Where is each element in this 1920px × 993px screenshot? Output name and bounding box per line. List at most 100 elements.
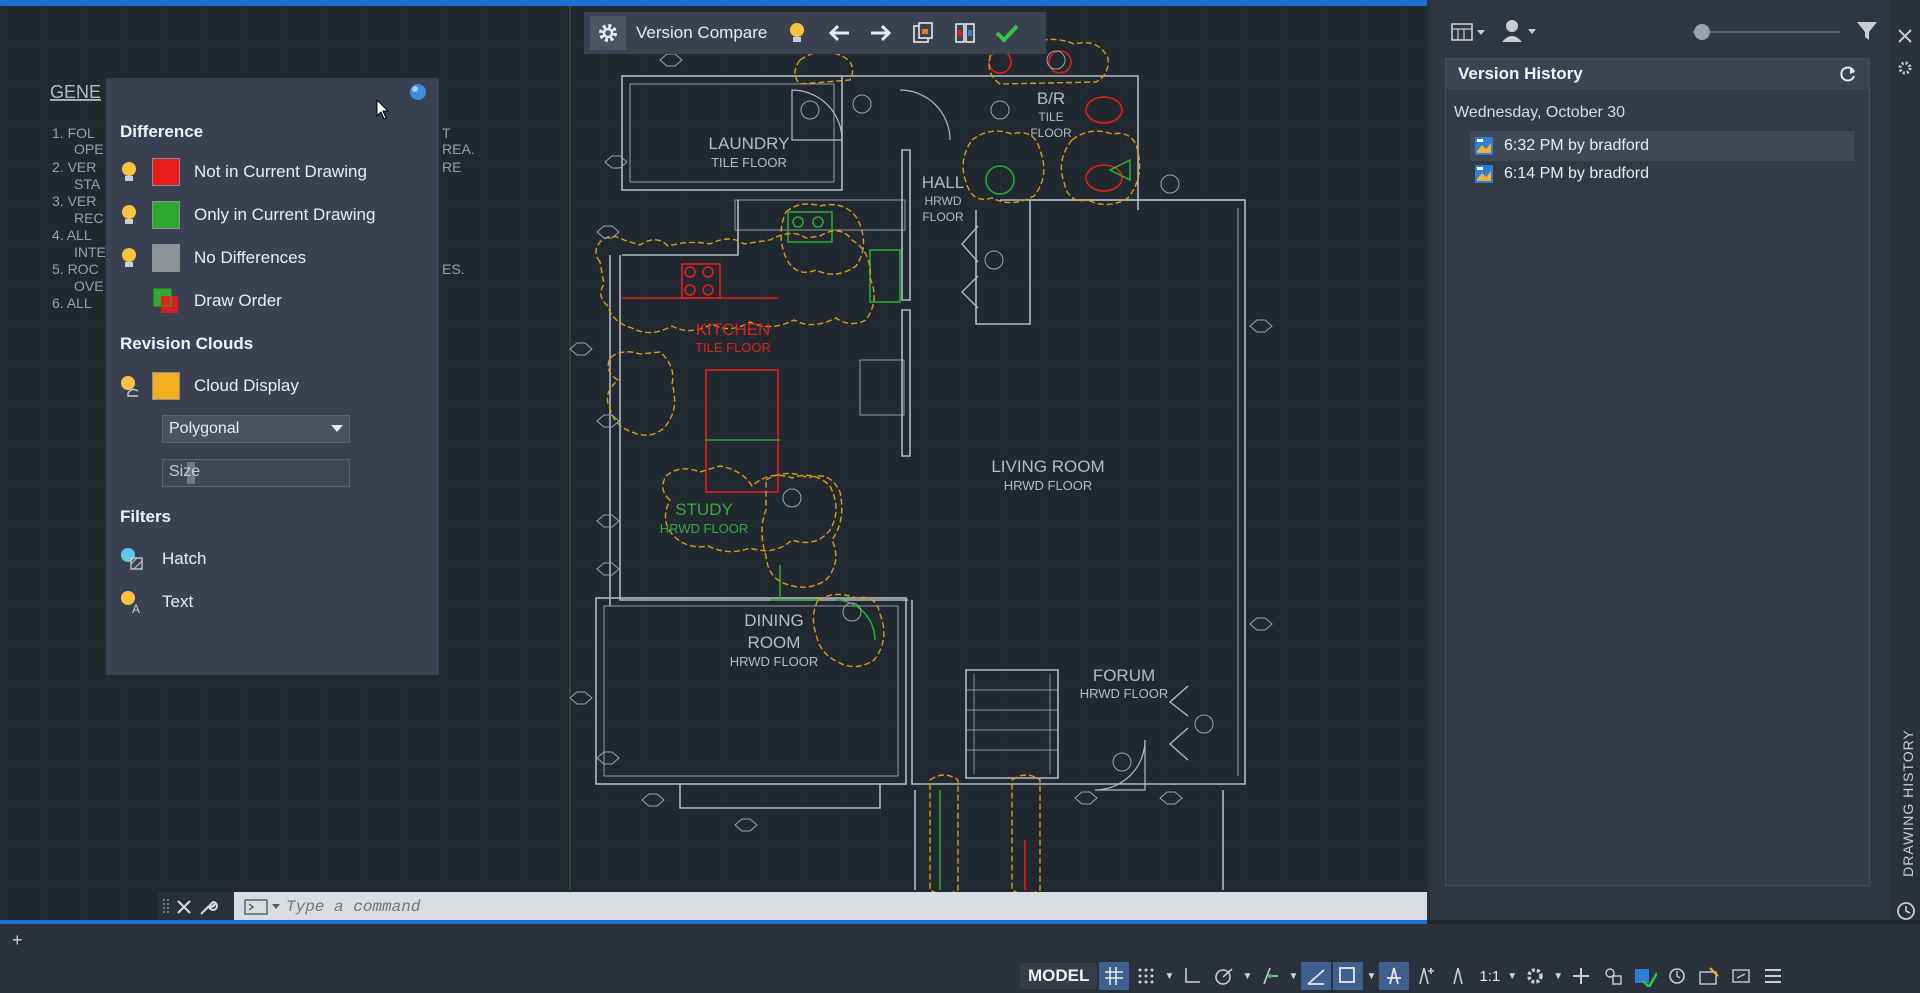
drawing-history-tab[interactable]: DRAWING HISTORY bbox=[1893, 729, 1917, 885]
version-compare-toolbar: Version Compare bbox=[584, 12, 1046, 54]
filter-text-row[interactable]: A Text bbox=[120, 590, 193, 614]
chevron-down-icon[interactable]: ▼ bbox=[1365, 962, 1377, 990]
notes-line: 1. FOL bbox=[52, 125, 95, 141]
timeline-slider[interactable] bbox=[1692, 31, 1840, 33]
lightbulb-icon[interactable] bbox=[120, 204, 138, 226]
lightbulb-icon[interactable] bbox=[120, 247, 138, 269]
filter-text-label: Text bbox=[162, 592, 194, 611]
history-clock-icon[interactable] bbox=[1895, 900, 1917, 922]
draw-order-icon[interactable] bbox=[152, 287, 180, 315]
difference-item-no-differences[interactable]: No Differences bbox=[120, 244, 306, 272]
color-swatch[interactable] bbox=[152, 201, 180, 229]
compare-icon bbox=[955, 23, 976, 43]
wrench-icon[interactable] bbox=[198, 897, 218, 917]
color-swatch[interactable] bbox=[152, 158, 180, 186]
command-input[interactable] bbox=[240, 892, 1420, 922]
cloud-size-slider[interactable]: Size bbox=[162, 459, 350, 487]
version-item[interactable]: 6:32 PM by bradford bbox=[1470, 131, 1855, 161]
annotation-scale-icon bbox=[1453, 967, 1464, 985]
fullscreen-button[interactable] bbox=[1726, 962, 1756, 990]
compare-files-button[interactable] bbox=[947, 16, 983, 50]
cloud-color-swatch[interactable] bbox=[152, 372, 180, 400]
room-br-name: B/R bbox=[1037, 89, 1065, 108]
notes-line: 5. ROC bbox=[52, 261, 99, 277]
chevron-down-icon[interactable]: ▼ bbox=[1287, 962, 1299, 990]
selection-icon bbox=[1339, 967, 1356, 983]
version-history-panel: Version History Wednesday, October 30 6:… bbox=[1445, 58, 1870, 886]
cloud-shape-dropdown[interactable]: Polygonal bbox=[162, 415, 350, 443]
lightbulb-icon[interactable] bbox=[120, 161, 138, 183]
next-change-button[interactable] bbox=[863, 16, 899, 50]
isolate-objects-button[interactable] bbox=[1598, 962, 1628, 990]
isodraft-toggle[interactable] bbox=[1301, 962, 1332, 990]
trace-button[interactable] bbox=[1694, 962, 1724, 990]
text-filter-icon[interactable]: A bbox=[120, 590, 144, 614]
toggle-highlight-button[interactable] bbox=[779, 16, 815, 50]
ortho-toggle[interactable] bbox=[1177, 962, 1207, 990]
filter-hatch-label: Hatch bbox=[162, 549, 207, 568]
difference-section-title: Difference bbox=[120, 122, 204, 141]
add-button[interactable] bbox=[1566, 962, 1596, 990]
pin-icon[interactable] bbox=[406, 82, 428, 104]
version-history-title: Version History bbox=[1458, 64, 1583, 83]
room-br-floor: FLOOR bbox=[1030, 126, 1072, 140]
history-button[interactable] bbox=[1662, 962, 1692, 990]
calendar-view-icon[interactable] bbox=[1450, 20, 1488, 44]
room-hall-floor: HRWD bbox=[924, 194, 961, 208]
user-filter-icon[interactable] bbox=[1500, 18, 1540, 44]
room-kitchen-name: KITCHEN bbox=[696, 320, 771, 339]
customize-menu-button[interactable] bbox=[1758, 962, 1788, 990]
annotation-scale-button[interactable] bbox=[1443, 962, 1473, 990]
auto-scale-toggle[interactable] bbox=[1411, 962, 1441, 990]
previous-change-button[interactable] bbox=[821, 16, 857, 50]
close-icon[interactable] bbox=[1897, 28, 1913, 44]
difference-item-label: Draw Order bbox=[194, 291, 282, 310]
difference-item-only-in-current[interactable]: Only in Current Drawing bbox=[120, 201, 375, 229]
refresh-icon[interactable] bbox=[1839, 65, 1857, 83]
chevron-down-icon[interactable]: ▼ bbox=[1241, 962, 1253, 990]
room-laundry-floor: TILE FLOOR bbox=[711, 155, 787, 170]
mouse-cursor-icon bbox=[376, 99, 390, 120]
snap-toggle[interactable] bbox=[1131, 962, 1161, 990]
drag-handle-icon[interactable] bbox=[162, 895, 170, 919]
workspace-button[interactable] bbox=[1520, 962, 1550, 990]
exit-compare-button[interactable] bbox=[989, 16, 1025, 50]
svg-text:A: A bbox=[132, 602, 140, 614]
model-space-button[interactable]: MODEL bbox=[1020, 963, 1098, 989]
timeline-slider-thumb[interactable] bbox=[1694, 24, 1710, 40]
scale-value[interactable]: 1:1 bbox=[1475, 968, 1504, 985]
notes-line: 6. ALL bbox=[52, 295, 92, 311]
auto-scale-icon bbox=[1419, 967, 1435, 985]
notes-line: OVE bbox=[74, 278, 104, 294]
drawing-history-status-button[interactable] bbox=[1630, 962, 1660, 990]
grid-toggle[interactable] bbox=[1099, 962, 1130, 990]
color-swatch[interactable] bbox=[152, 244, 180, 272]
difference-item-label: Only in Current Drawing bbox=[194, 205, 376, 224]
room-dining-name: DINING bbox=[744, 611, 804, 630]
difference-item-not-in-current[interactable]: Not in Current Drawing bbox=[120, 158, 367, 186]
difference-item-draw-order[interactable]: Draw Order bbox=[120, 287, 282, 315]
filter-hatch-row[interactable]: Hatch bbox=[120, 547, 206, 571]
polar-toggle[interactable] bbox=[1209, 962, 1239, 990]
cloud-display-row[interactable]: Cloud Display bbox=[120, 372, 299, 400]
add-layout-button[interactable]: + bbox=[12, 930, 23, 951]
chevron-down-icon[interactable]: ▼ bbox=[1506, 962, 1518, 990]
object-snap-tracking-toggle[interactable] bbox=[1255, 962, 1285, 990]
chevron-down-icon[interactable]: ▼ bbox=[1163, 962, 1175, 990]
close-icon[interactable] bbox=[176, 899, 192, 915]
settings-button[interactable] bbox=[590, 16, 626, 50]
command-line-handle[interactable] bbox=[158, 892, 234, 922]
cloud-bulb-icon[interactable] bbox=[120, 375, 138, 397]
notes-fragment: RE bbox=[442, 159, 461, 175]
room-dining-floor: HRWD FLOOR bbox=[730, 654, 819, 669]
notes-line: 4. ALL bbox=[52, 227, 92, 243]
annotation-visibility-toggle[interactable] bbox=[1379, 962, 1410, 990]
properties-icon[interactable] bbox=[1897, 60, 1913, 76]
hatch-filter-icon[interactable] bbox=[120, 547, 144, 571]
version-item[interactable]: 6:14 PM by bradford bbox=[1470, 159, 1855, 189]
chevron-down-icon[interactable]: ▼ bbox=[1552, 962, 1564, 990]
version-date-group: Wednesday, October 30 bbox=[1454, 104, 1626, 121]
filter-icon[interactable] bbox=[1856, 20, 1878, 42]
snapshot-button[interactable] bbox=[905, 16, 941, 50]
selection-cycling-toggle[interactable] bbox=[1333, 962, 1364, 990]
